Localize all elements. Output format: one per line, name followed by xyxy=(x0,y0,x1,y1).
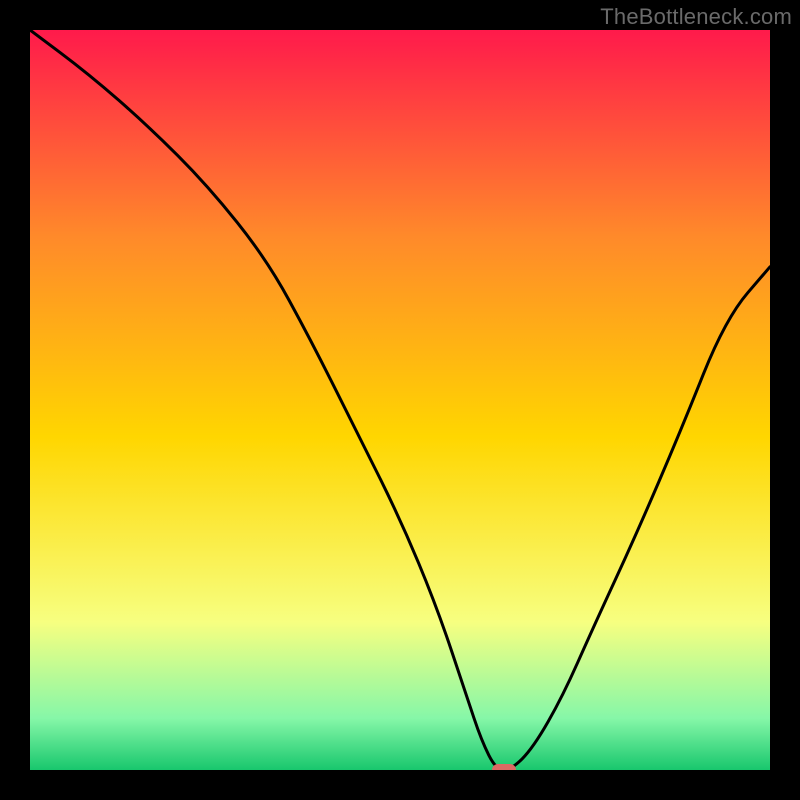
chart-frame: TheBottleneck.com xyxy=(0,0,800,800)
plot-svg xyxy=(30,30,770,770)
watermark-text: TheBottleneck.com xyxy=(600,4,792,30)
optimal-marker xyxy=(492,764,516,770)
plot-area xyxy=(30,30,770,770)
gradient-background xyxy=(30,30,770,770)
